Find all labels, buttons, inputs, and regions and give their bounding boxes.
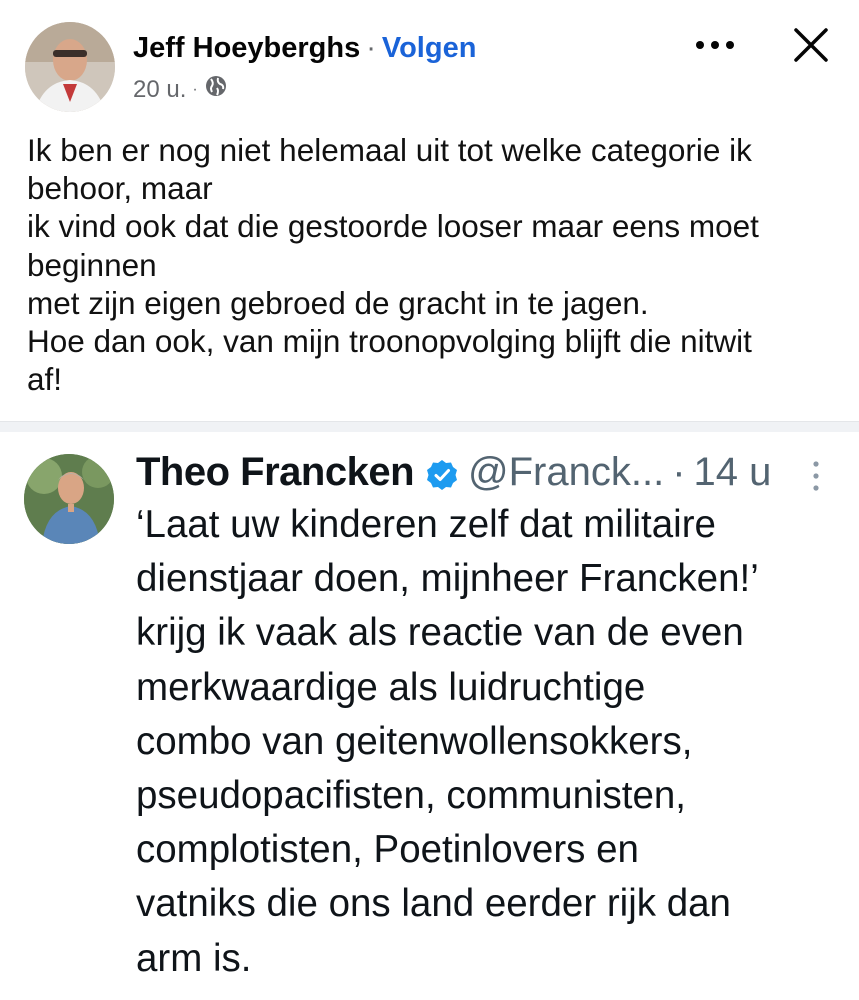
post-meta: 20 u. · [133,74,228,105]
tweet-dot: · [672,449,686,494]
tweet-handle: @Franck... [468,449,665,494]
author-avatar[interactable] [25,22,115,112]
close-icon[interactable] [790,24,832,66]
vertical-dots-icon [806,456,826,496]
tweet-text-line: pseudopacifisten, communisten, [136,774,686,818]
tweet-text-line: ‘Laat uw kinderen zelf dat militaire [136,503,716,546]
post-text-line: ik vind ook dat die gestoorde looser maa… [27,208,759,245]
tweet-text-line: merkwaardige als luidruchtige [136,665,646,709]
tweet-avatar [24,454,114,544]
tweet-text-line: krijg ik vaak als reactie van de even [136,611,744,655]
tweet-header: Theo Francken @Franck... · 14 u [136,444,771,500]
post-text-line: Ik ben er nog niet helemaal uit tot welk… [27,132,752,168]
post-text-line: met zijn eigen gebroed de gracht in te j… [27,284,649,321]
post-text-line: af! [27,361,63,398]
post-timestamp[interactable]: 20 u. [133,76,186,104]
section-divider [0,421,859,432]
tweet-text-line: arm is. [136,936,252,980]
verified-badge-icon [426,456,458,490]
post-text-line: beginnen [27,246,157,283]
author-line: Jeff Hoeyberghs · Volgen [133,30,476,66]
post-header: Jeff Hoeyberghs · Volgen 20 u. · [0,0,859,120]
embedded-tweet-image[interactable]: Theo Francken @Franck... · 14 u ‘Laat uw… [0,432,859,1000]
follow-link[interactable]: Volgen [382,32,477,64]
tweet-text-line: dienstjaar doen, mijnheer Francken!’ [136,557,759,601]
separator-dot: · [366,32,376,64]
tweet-time: 14 u [693,449,772,494]
tweet-text-line: combo van geitenwollensokkers, [136,719,693,763]
tweet-text-line: complotisten, Poetinlovers en [136,828,639,872]
post-text: Ik ben er nog niet helemaal uit tot welk… [27,131,842,398]
post-text-line: Hoe dan ook, van mijn troonopvolging bli… [27,323,752,360]
more-dots-icon[interactable] [692,30,738,60]
tweet-text-line: vatniks die ons land eerder rijk dan [136,882,731,926]
tweet-text: ‘Laat uw kinderen zelf dat militaire die… [136,498,836,986]
tweet-author-name: Theo Francken [136,449,415,494]
meta-dot: · [192,80,198,98]
author-name[interactable]: Jeff Hoeyberghs [133,32,360,64]
post-text-line: behoor, maar [27,170,213,207]
globe-icon [204,74,228,105]
